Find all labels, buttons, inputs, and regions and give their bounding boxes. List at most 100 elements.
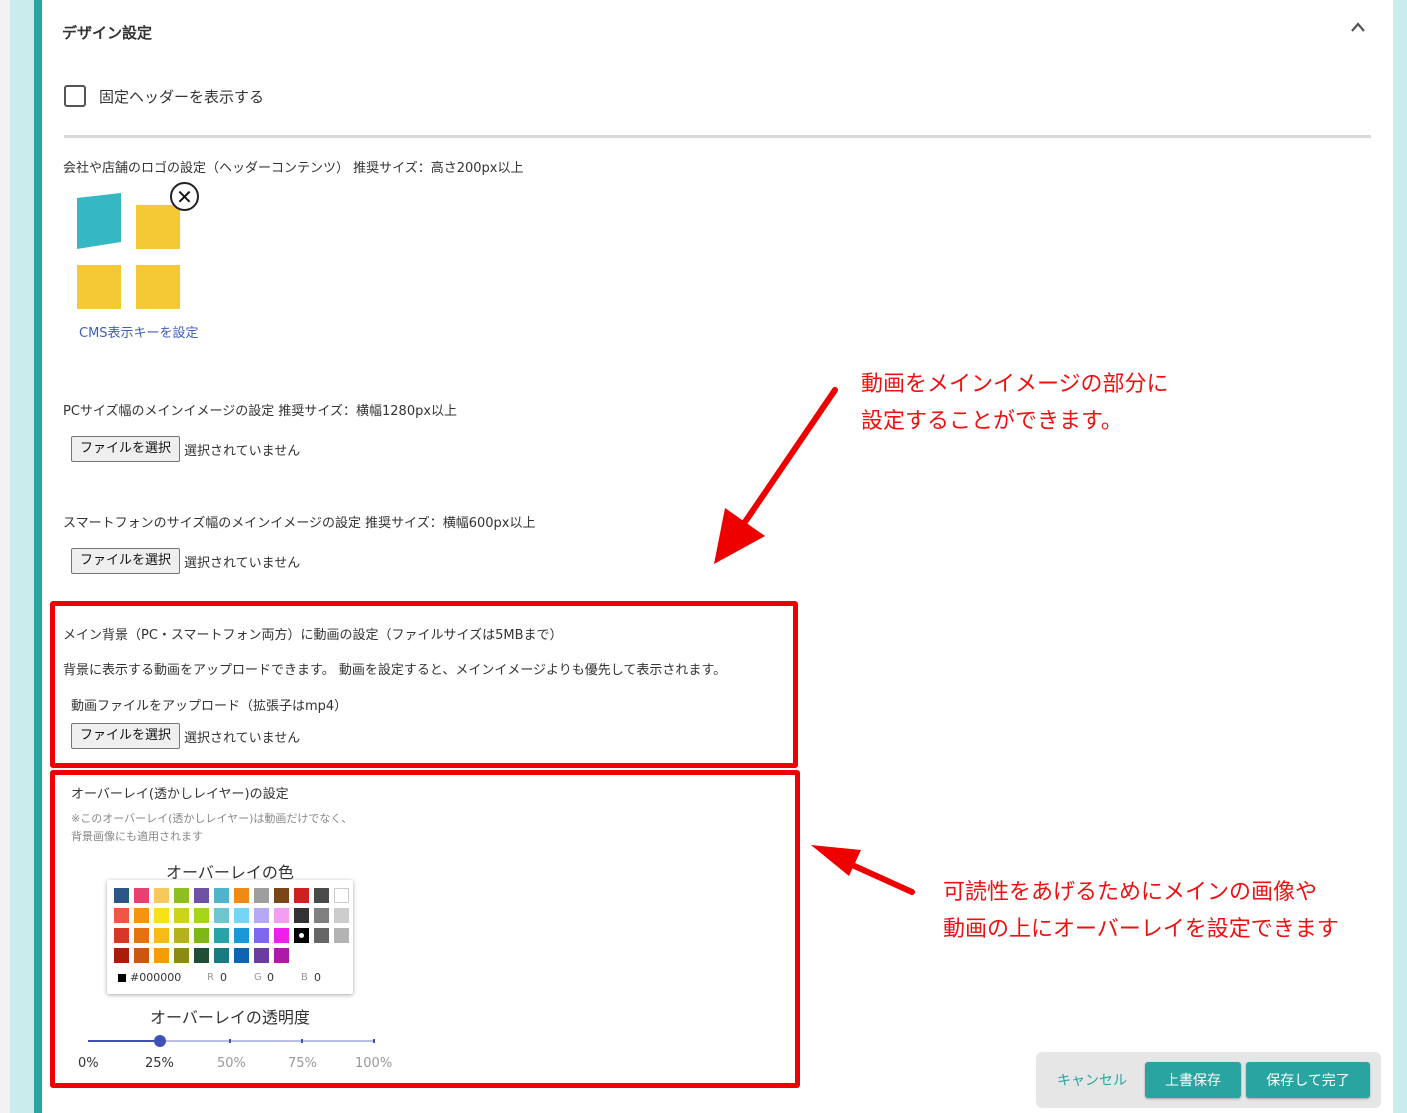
close-circle-icon: ✕ — [176, 184, 193, 209]
pc-image-file-status: 選択されていません — [184, 444, 301, 459]
opacity-slider-fill — [88, 1040, 160, 1042]
color-swatch[interactable] — [174, 908, 189, 923]
remove-logo-button[interactable]: ✕ — [170, 182, 199, 211]
overlay-title: オーバーレイ(透かしレイヤー)の設定 — [71, 787, 289, 802]
color-swatch[interactable] — [154, 928, 169, 943]
color-swatch[interactable] — [234, 948, 249, 963]
r-label: R — [207, 972, 214, 983]
g-label: G — [254, 972, 262, 983]
tick-label-25: 25% — [145, 1056, 174, 1071]
color-swatch[interactable] — [334, 928, 349, 943]
video-file-status: 選択されていません — [184, 731, 301, 746]
fixed-header-checkbox[interactable] — [64, 85, 86, 107]
slider-tick — [373, 1039, 375, 1043]
tick-label-100: 100% — [355, 1056, 393, 1071]
color-swatch[interactable] — [194, 948, 209, 963]
color-swatch[interactable] — [134, 928, 149, 943]
section-accent-bar — [34, 0, 42, 1113]
color-swatch[interactable] — [114, 948, 129, 963]
overlay-note-line1: ※このオーバーレイ(透かしレイヤー)は動画だけでなく、 — [71, 812, 353, 825]
color-swatch[interactable] — [234, 908, 249, 923]
video-setting-label: メイン背景（PC・スマートフォン両方）に動画の設定（ファイルサイズは5MBまで） — [63, 628, 563, 643]
sp-image-file-status: 選択されていません — [184, 556, 301, 571]
tick-label-75: 75% — [288, 1056, 317, 1071]
b-value[interactable]: 0 — [314, 971, 321, 984]
divider — [64, 135, 1371, 138]
annotation-video-line2: 設定することができます。 — [861, 409, 1123, 434]
color-swatch[interactable] — [114, 908, 129, 923]
color-swatch[interactable] — [174, 928, 189, 943]
cms-display-key-link[interactable]: CMS表示キーを設定 — [79, 322, 199, 341]
pc-image-label: PCサイズ幅のメインイメージの設定 推奨サイズ：横幅1280px以上 — [63, 404, 458, 419]
color-swatch[interactable] — [294, 928, 309, 943]
selected-swatch-indicator — [299, 933, 304, 938]
color-swatch[interactable] — [154, 948, 169, 963]
chevron-up-icon[interactable] — [1350, 20, 1366, 34]
color-swatch[interactable] — [174, 888, 189, 903]
color-swatch[interactable] — [134, 888, 149, 903]
left-margin — [10, 0, 34, 1113]
color-swatch[interactable] — [194, 928, 209, 943]
logo-setting-label: 会社や店舗のロゴの設定（ヘッダーコンテンツ） 推奨サイズ：高さ200px以上 — [63, 161, 524, 176]
color-swatch[interactable] — [234, 888, 249, 903]
color-swatch[interactable] — [114, 888, 129, 903]
overwrite-save-button[interactable]: 上書保存 — [1145, 1062, 1241, 1098]
video-description: 背景に表示する動画をアップロードできます。 動画を設定すると、メインイメージより… — [63, 663, 727, 678]
color-swatch[interactable] — [254, 928, 269, 943]
color-swatch[interactable] — [174, 948, 189, 963]
video-file-button[interactable]: ファイルを選択 — [71, 723, 181, 749]
right-margin — [1393, 0, 1407, 1113]
color-swatch[interactable] — [214, 888, 229, 903]
annotation-overlay-line2: 動画の上にオーバーレイを設定できます — [943, 917, 1339, 942]
color-swatch[interactable] — [154, 888, 169, 903]
tick-label-0: 0% — [78, 1056, 99, 1071]
color-swatch[interactable] — [314, 908, 329, 923]
color-swatch[interactable] — [114, 928, 129, 943]
cancel-button[interactable]: キャンセル — [1048, 1062, 1136, 1098]
hex-value[interactable]: #000000 — [130, 971, 181, 984]
color-swatch[interactable] — [274, 888, 289, 903]
color-swatch[interactable] — [214, 948, 229, 963]
color-swatch[interactable] — [334, 908, 349, 923]
color-swatch[interactable] — [274, 948, 289, 963]
overlay-note-line2: 背景画像にも適用されます — [71, 830, 203, 843]
color-swatch[interactable] — [294, 888, 309, 903]
color-swatch[interactable] — [314, 928, 329, 943]
color-swatch[interactable] — [134, 908, 149, 923]
color-swatch[interactable] — [194, 908, 209, 923]
b-label: B — [301, 972, 308, 983]
color-swatch[interactable] — [194, 888, 209, 903]
color-swatch[interactable] — [254, 908, 269, 923]
color-picker: #000000 R 0 G 0 B 0 — [107, 880, 353, 994]
color-swatch[interactable] — [274, 908, 289, 923]
pc-image-file-button[interactable]: ファイルを選択 — [71, 436, 181, 462]
color-swatch[interactable] — [134, 948, 149, 963]
sp-image-file-button[interactable]: ファイルを選択 — [71, 548, 181, 574]
annotation-video-line1: 動画をメインイメージの部分に — [861, 372, 1169, 397]
color-swatch[interactable] — [254, 948, 269, 963]
section-title: デザイン設定 — [62, 24, 153, 42]
color-swatch[interactable] — [254, 888, 269, 903]
color-swatch[interactable] — [234, 928, 249, 943]
color-swatch[interactable] — [274, 928, 289, 943]
annotation-overlay-line1: 可読性をあげるためにメインの画像や — [943, 880, 1318, 905]
color-swatch[interactable] — [214, 908, 229, 923]
color-swatch[interactable] — [214, 928, 229, 943]
page-background — [0, 0, 10, 1113]
opacity-slider-thumb[interactable] — [153, 1035, 166, 1047]
g-value[interactable]: 0 — [267, 971, 274, 984]
fixed-header-label: 固定ヘッダーを表示する — [99, 88, 265, 106]
tick-label-50: 50% — [217, 1056, 246, 1071]
current-color-preview — [118, 974, 126, 982]
r-value[interactable]: 0 — [220, 971, 227, 984]
slider-tick — [301, 1039, 303, 1043]
sp-image-label: スマートフォンのサイズ幅のメインイメージの設定 推奨サイズ：横幅600px以上 — [63, 516, 536, 531]
save-and-complete-button[interactable]: 保存して完了 — [1246, 1062, 1370, 1098]
slider-tick — [229, 1039, 231, 1043]
color-swatch[interactable] — [154, 908, 169, 923]
color-swatch[interactable] — [314, 888, 329, 903]
video-upload-label: 動画ファイルをアップロード（拡張子はmp4） — [71, 699, 348, 714]
color-swatch[interactable] — [294, 908, 309, 923]
color-swatch[interactable] — [334, 888, 349, 903]
overlay-opacity-heading: オーバーレイの透明度 — [150, 1008, 310, 1027]
